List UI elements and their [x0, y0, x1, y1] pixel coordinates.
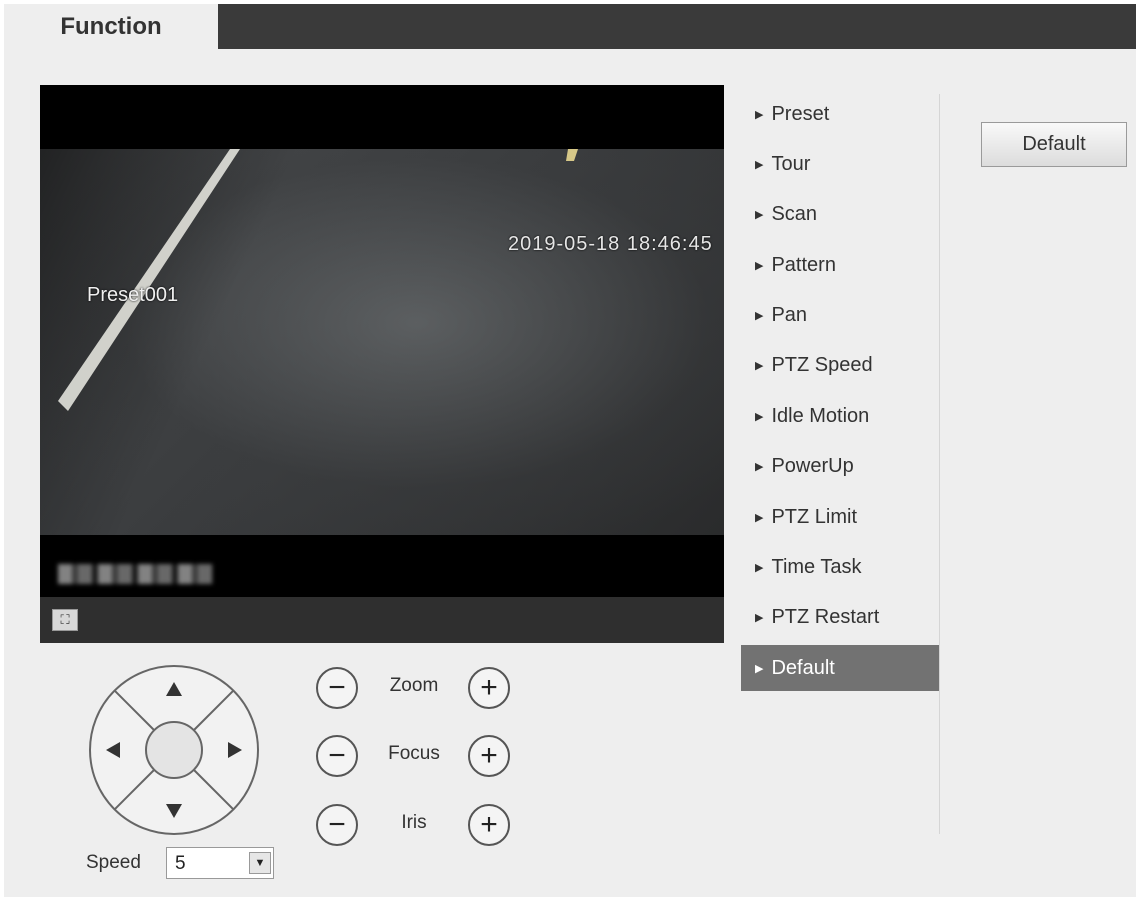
ptz-function-menu: ▶ Preset ▶ Tour ▶ Scan ▶ Pattern ▶ Pan ▶ PTZ S… — [741, 91, 939, 696]
caret-right-icon: ▶ — [755, 461, 764, 474]
video-scene: 2019-05-18 18:46:45 Preset001 — [40, 149, 724, 584]
menu-item-label: PTZ Speed — [771, 354, 873, 377]
pan-right-button[interactable] — [204, 720, 254, 780]
menu-item-scan[interactable]: ▶ Scan — [741, 192, 939, 238]
fullscreen-button[interactable]: ⛶ — [52, 609, 78, 631]
caret-right-icon: ▶ — [755, 562, 764, 575]
zoom-out-button[interactable]: − — [316, 667, 358, 709]
menu-item-label: Pan — [771, 304, 808, 327]
menu-divider — [939, 94, 940, 834]
menu-item-label: Default — [771, 656, 835, 679]
osd-preset-label: Preset001 — [87, 284, 179, 306]
iris-open-button[interactable]: + — [468, 804, 510, 846]
menu-item-tour[interactable]: ▶ Tour — [741, 141, 939, 187]
ptz-direction-pad — [88, 664, 260, 836]
menu-item-label: PTZ Limit — [771, 505, 858, 528]
caret-right-icon: ▶ — [755, 360, 764, 373]
menu-item-label: Preset — [771, 102, 830, 125]
speed-value: 5 — [175, 853, 186, 874]
menu-item-label: PowerUp — [771, 455, 854, 478]
chevron-down-icon: ▼ — [249, 852, 271, 874]
pan-left-button[interactable] — [94, 720, 144, 780]
zoom-in-button[interactable]: + — [468, 667, 510, 709]
caret-right-icon: ▶ — [755, 662, 764, 675]
menu-item-pan[interactable]: ▶ Pan — [741, 293, 939, 339]
focus-far-button[interactable]: + — [468, 735, 510, 777]
menu-item-pattern[interactable]: ▶ Pattern — [741, 242, 939, 288]
pan-down-button[interactable] — [144, 780, 204, 830]
caret-right-icon: ▶ — [755, 511, 764, 524]
zoom-label: Zoom — [389, 675, 439, 696]
caret-right-icon: ▶ — [755, 612, 764, 625]
caret-right-icon: ▶ — [755, 259, 764, 272]
menu-item-label: Pattern — [771, 253, 836, 276]
caret-right-icon: ▶ — [755, 209, 764, 222]
iris-close-button[interactable]: − — [316, 804, 358, 846]
menu-item-label: Time Task — [771, 556, 862, 579]
menu-item-label: PTZ Restart — [771, 606, 880, 629]
zoom-control: − Zoom + — [316, 667, 522, 713]
speed-select[interactable]: 5 ▼ — [166, 847, 274, 879]
menu-item-default[interactable]: ▶ Default — [741, 645, 939, 692]
caret-right-icon: ▶ — [755, 310, 764, 323]
pan-up-button[interactable] — [144, 670, 204, 720]
iris-label: Iris — [401, 812, 427, 833]
menu-item-ptz-limit[interactable]: ▶ PTZ Limit — [741, 494, 939, 540]
focus-label: Focus — [388, 743, 440, 764]
menu-item-label: Idle Motion — [771, 404, 870, 427]
speed-label: Speed — [86, 852, 141, 873]
menu-item-label: Scan — [771, 203, 818, 226]
ptz-function-page: Function 2019-05-18 18:46:45 Preset001 ⛶ — [4, 4, 1136, 897]
menu-item-ptz-restart[interactable]: ▶ PTZ Restart — [741, 595, 939, 641]
tab-function[interactable]: Function — [4, 4, 218, 50]
tab-bar: Function — [4, 4, 1136, 50]
caret-right-icon: ▶ — [755, 410, 764, 423]
caret-right-icon: ▶ — [755, 158, 764, 171]
focus-control: − Focus + — [316, 735, 522, 781]
video-preview: 2019-05-18 18:46:45 Preset001 ⛶ — [40, 85, 724, 643]
pan-center-button[interactable] — [148, 724, 200, 776]
focus-near-button[interactable]: − — [316, 735, 358, 777]
restore-default-button[interactable]: Default — [981, 122, 1127, 167]
video-toolbar: ⛶ — [40, 597, 724, 643]
iris-control: − Iris + — [316, 804, 522, 850]
menu-item-idle-motion[interactable]: ▶ Idle Motion — [741, 393, 939, 439]
osd-blurred-text — [58, 564, 213, 584]
menu-item-preset[interactable]: ▶ Preset — [741, 91, 939, 137]
menu-item-label: Tour — [771, 152, 811, 175]
menu-item-ptz-speed[interactable]: ▶ PTZ Speed — [741, 343, 939, 389]
menu-item-time-task[interactable]: ▶ Time Task — [741, 545, 939, 591]
caret-right-icon: ▶ — [755, 108, 764, 121]
osd-timestamp: 2019-05-18 18:46:45 — [508, 233, 713, 255]
fullscreen-icon: ⛶ — [60, 612, 70, 627]
scene-road-markings — [58, 149, 578, 411]
menu-item-powerup[interactable]: ▶ PowerUp — [741, 444, 939, 490]
